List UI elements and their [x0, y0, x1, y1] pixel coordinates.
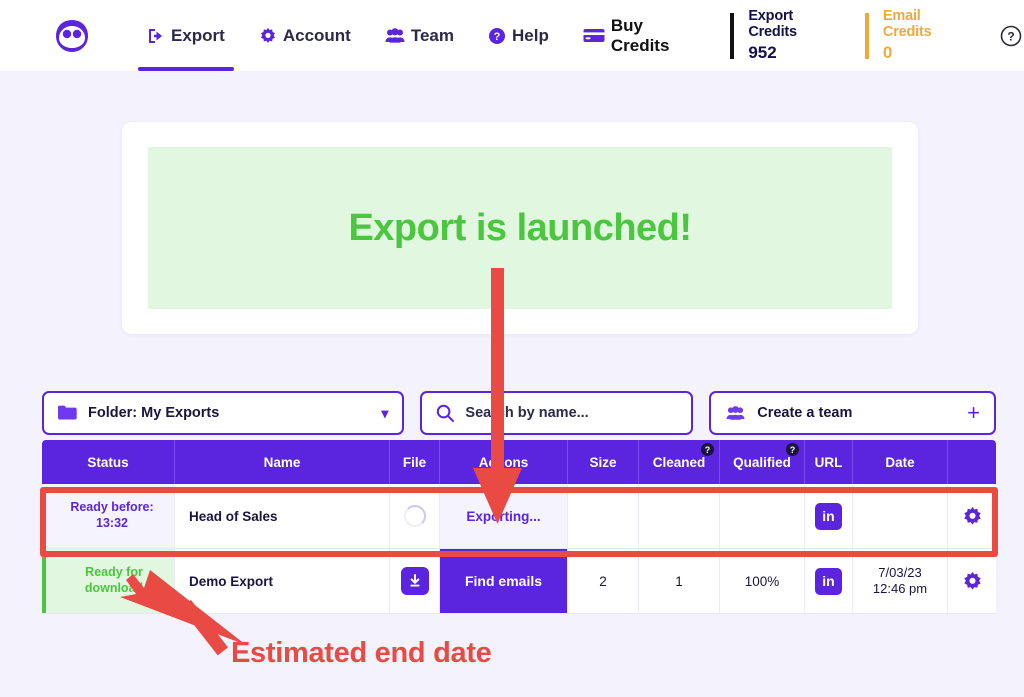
launch-banner-message: Export is launched! — [348, 207, 691, 250]
app-root: Export Account — [0, 0, 1024, 697]
column-label: Size — [589, 455, 616, 470]
nav-label-team: Team — [411, 26, 454, 46]
folder-selector[interactable]: Folder: My Exports ▾ — [42, 391, 404, 435]
row-url-cell: in — [805, 484, 853, 548]
row-date — [853, 484, 948, 548]
search-icon — [436, 404, 454, 422]
column-header-status[interactable]: Status — [42, 440, 175, 484]
chevron-down-icon[interactable]: ▾ — [381, 405, 388, 422]
folder-label: Folder: My Exports — [88, 405, 219, 421]
team-icon — [725, 405, 746, 422]
download-icon[interactable] — [401, 567, 429, 595]
export-icon — [147, 27, 165, 45]
row-date-day: 7/03/23 — [873, 565, 927, 581]
linkedin-icon[interactable]: in — [815, 503, 842, 530]
column-header-actions[interactable]: Actions — [440, 440, 568, 484]
help-badge-icon[interactable]: ? — [701, 443, 714, 456]
credits-summary: Export Credits 952 Email Credits 0 ? — [730, 11, 1024, 61]
row-action-status: Exporting... — [440, 484, 568, 548]
row-file-cell — [390, 484, 440, 548]
launch-banner: Export is launched! — [148, 147, 892, 309]
column-label: Qualified — [733, 455, 791, 470]
column-label: Cleaned — [653, 455, 706, 470]
nav-label-help: Help — [512, 26, 549, 46]
help-badge-icon[interactable]: ? — [786, 443, 799, 456]
create-team-button[interactable]: Create a team + — [709, 391, 996, 435]
column-header-name[interactable]: Name — [175, 440, 390, 484]
exports-toolbar: Folder: My Exports ▾ Search by name... — [42, 391, 996, 435]
row-qualified — [720, 484, 805, 548]
top-navigation-bar: Export Account — [0, 0, 1024, 71]
column-label: URL — [815, 455, 843, 470]
row-cleaned — [639, 484, 720, 548]
row-cleaned: 1 — [639, 549, 720, 613]
row-url-cell: in — [805, 549, 853, 613]
export-credits-value: 952 — [748, 43, 843, 63]
annotation-label: Estimated end date — [231, 637, 492, 670]
table-row[interactable]: Ready for download Demo Export Find emai… — [42, 549, 996, 614]
nav-label-buy-credits: Buy Credits — [611, 16, 695, 56]
row-settings-cell — [948, 549, 996, 613]
column-header-date[interactable]: Date — [853, 440, 948, 484]
row-size: 2 — [568, 549, 639, 613]
email-credits: Email Credits 0 — [865, 13, 971, 59]
plus-icon[interactable]: + — [967, 402, 980, 424]
column-label: File — [403, 455, 426, 470]
team-icon — [385, 27, 405, 45]
nav-item-help[interactable]: ? Help — [471, 0, 566, 71]
gear-icon — [259, 27, 277, 45]
export-credits: Export Credits 952 — [730, 13, 843, 59]
row-settings-cell — [948, 484, 996, 548]
row-size — [568, 484, 639, 548]
nav-item-team[interactable]: Team — [368, 0, 471, 71]
column-label: Actions — [479, 455, 529, 470]
column-header-settings — [948, 440, 996, 484]
email-credits-value: 0 — [883, 43, 971, 63]
column-header-file[interactable]: File — [390, 440, 440, 484]
owl-logo-icon[interactable] — [50, 14, 94, 58]
email-credits-label: Email Credits — [883, 8, 971, 40]
question-mark-circle-icon[interactable]: ? — [999, 23, 1024, 49]
column-header-qualified[interactable]: Qualified ? — [720, 440, 805, 484]
gear-icon[interactable] — [962, 571, 983, 592]
column-label: Date — [885, 455, 914, 470]
svg-text:?: ? — [1008, 29, 1015, 43]
row-status: Ready for download — [42, 549, 175, 613]
spinner-icon — [404, 505, 426, 527]
nav-label-account: Account — [283, 26, 351, 46]
exports-table: Status Name File Actions Size Cleaned ? … — [42, 440, 996, 614]
launch-banner-card: Export is launched! — [122, 122, 918, 334]
nav-label-export: Export — [171, 26, 225, 46]
column-label: Name — [264, 455, 301, 470]
column-label: Status — [87, 455, 128, 470]
column-header-size[interactable]: Size — [568, 440, 639, 484]
search-placeholder: Search by name... — [465, 405, 588, 421]
row-name: Head of Sales — [175, 484, 390, 548]
row-file-cell — [390, 549, 440, 613]
row-date-time: 12:46 pm — [873, 581, 927, 597]
create-team-label: Create a team — [757, 405, 852, 421]
folder-icon — [58, 405, 77, 421]
table-row[interactable]: Ready before: 13:32 Head of Sales Export… — [42, 484, 996, 549]
nav-item-buy-credits[interactable]: Buy Credits — [566, 0, 712, 71]
svg-text:?: ? — [494, 31, 501, 43]
search-input[interactable]: Search by name... — [420, 391, 693, 435]
row-status: Ready before: 13:32 — [42, 484, 175, 548]
table-header-row: Status Name File Actions Size Cleaned ? … — [42, 440, 996, 484]
main-nav: Export Account — [130, 0, 712, 71]
credit-card-icon — [583, 28, 605, 44]
row-qualified: 100% — [720, 549, 805, 613]
linkedin-icon[interactable]: in — [815, 568, 842, 595]
export-credits-label: Export Credits — [748, 8, 843, 40]
nav-item-account[interactable]: Account — [242, 0, 368, 71]
gear-icon[interactable] — [962, 506, 983, 527]
row-name: Demo Export — [175, 549, 390, 613]
column-header-cleaned[interactable]: Cleaned ? — [639, 440, 720, 484]
column-header-url[interactable]: URL — [805, 440, 853, 484]
row-action-cell: Find emails — [440, 549, 568, 613]
find-emails-button[interactable]: Find emails — [440, 549, 567, 613]
row-date: 7/03/23 12:46 pm — [853, 549, 948, 613]
nav-item-export[interactable]: Export — [130, 0, 242, 71]
help-circle-icon: ? — [488, 27, 506, 45]
